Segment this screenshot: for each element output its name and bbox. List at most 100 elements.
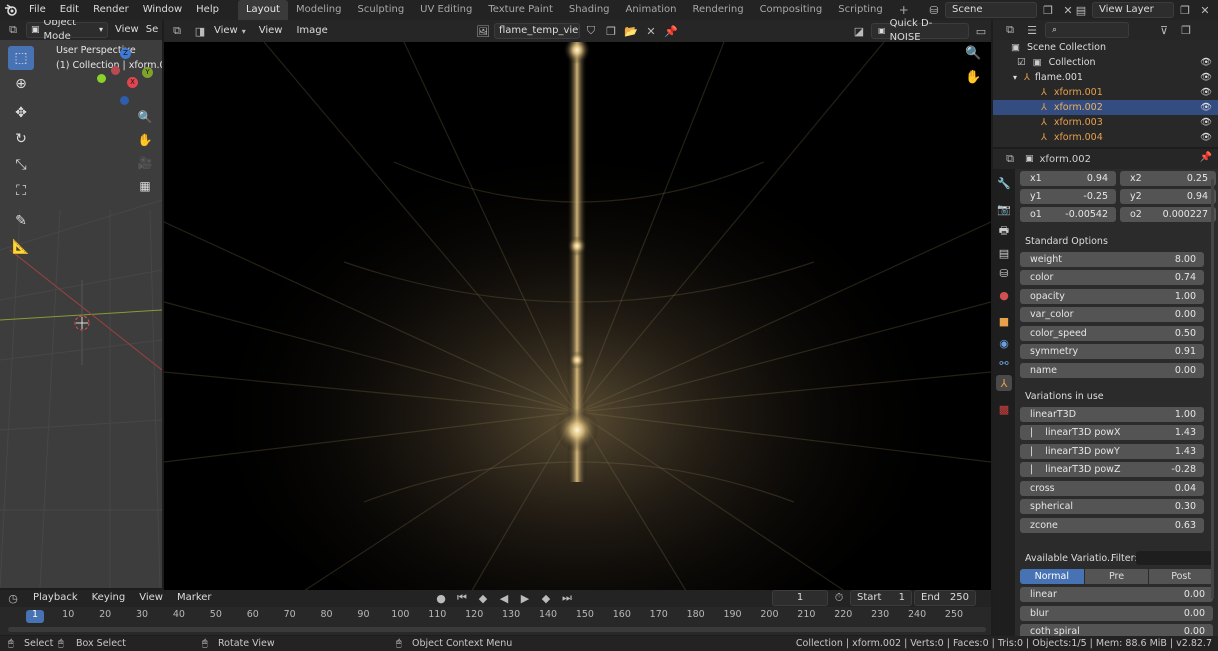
new-image-icon[interactable]: ❐ bbox=[602, 23, 620, 39]
outliner-row-xform-002[interactable]: ⅄ xform.002 👁 bbox=[993, 100, 1218, 115]
tab-sculpting[interactable]: Sculpting bbox=[349, 0, 412, 20]
name-slider[interactable]: name 0.00 bbox=[1020, 363, 1204, 378]
pan-hand-icon[interactable]: ✋ bbox=[136, 131, 154, 149]
available-variation-slider[interactable]: linear 0.00 bbox=[1020, 587, 1213, 602]
variation-slider[interactable]: linearT3D 1.00 bbox=[1020, 407, 1204, 422]
tab-texture-paint[interactable]: Texture Paint bbox=[480, 0, 561, 20]
current-frame-field[interactable]: 1 bbox=[772, 590, 828, 606]
color-slider[interactable]: color 0.74 bbox=[1020, 270, 1204, 285]
display-mode-icon[interactable]: ☰ bbox=[1023, 22, 1041, 38]
quick-denoise-button[interactable]: ▣ Quick D-NOISE bbox=[871, 18, 969, 43]
variation-slider[interactable]: | linearT3D powZ -0.28 bbox=[1020, 462, 1204, 477]
new-view-layer-icon[interactable]: ❐ bbox=[1176, 2, 1194, 18]
image-browse-icon[interactable]: 🖼 bbox=[474, 23, 492, 39]
x1-field[interactable]: x1 0.94 bbox=[1020, 171, 1116, 186]
transform-tool-icon[interactable]: ⛶ bbox=[8, 179, 34, 203]
scene-icon[interactable]: ⛁ bbox=[925, 2, 943, 18]
eye-icon[interactable]: 👁 bbox=[1200, 100, 1212, 115]
marker-menu[interactable]: Marker bbox=[170, 588, 219, 608]
object-data-tab-icon[interactable]: ⅄ bbox=[996, 375, 1012, 391]
viewport-menu-view[interactable]: View bbox=[108, 20, 146, 40]
image-zoom-icon[interactable]: 🔍 bbox=[965, 46, 981, 61]
select-box-tool-icon[interactable]: ⬚ bbox=[8, 46, 34, 70]
menu-file[interactable]: File bbox=[22, 0, 53, 20]
tool-tab-icon[interactable]: 🔧 bbox=[996, 175, 1012, 191]
menu-window[interactable]: Window bbox=[136, 0, 189, 20]
var-color-slider[interactable]: var_color 0.00 bbox=[1020, 307, 1204, 322]
properties-scrollbar[interactable] bbox=[1211, 179, 1214, 599]
timeline-editor-type-icon[interactable]: ◷ bbox=[0, 590, 26, 606]
tab-uv-editing[interactable]: UV Editing bbox=[412, 0, 480, 20]
new-collection-icon[interactable]: ❐ bbox=[1177, 22, 1195, 38]
image-menu-image[interactable]: Image bbox=[289, 21, 334, 41]
filter-input[interactable] bbox=[1136, 551, 1213, 565]
image-editor[interactable]: ⧉ ◨ View ▾ View Image 🖼 flame_temp_view_… bbox=[164, 18, 991, 604]
outliner-row-xform-004[interactable]: ⅄ xform.004 👁 bbox=[993, 130, 1218, 145]
scene-tab-icon[interactable]: ⛁ bbox=[996, 265, 1012, 281]
opacity-slider[interactable]: opacity 1.00 bbox=[1020, 289, 1204, 304]
properties-editor-type-icon[interactable]: ⧉ bbox=[1001, 151, 1019, 167]
constraints-tab-icon[interactable]: ⚯ bbox=[996, 355, 1012, 371]
gizmo-neg-y-axis[interactable] bbox=[97, 74, 106, 83]
scene-field[interactable]: Scene bbox=[945, 2, 1037, 18]
gizmo-x-axis[interactable]: X bbox=[127, 77, 138, 88]
outliner-row-xform-003[interactable]: ⅄ xform.003 👁 bbox=[993, 115, 1218, 130]
view-layer-field[interactable]: View Layer bbox=[1092, 2, 1174, 18]
pin-icon[interactable]: 📌 bbox=[1200, 152, 1212, 163]
menu-edit[interactable]: Edit bbox=[53, 0, 86, 20]
y1-field[interactable]: y1 -0.25 bbox=[1020, 189, 1116, 204]
eye-icon[interactable]: 👁 bbox=[1200, 70, 1212, 85]
viewport-menu-select[interactable]: Se bbox=[146, 20, 159, 40]
checkbox-icon[interactable]: ☑ bbox=[1017, 57, 1026, 68]
scale-tool-icon[interactable]: ⤡ bbox=[8, 153, 34, 177]
navigation-gizmo[interactable]: Z Y X bbox=[95, 46, 159, 110]
object-tab-icon[interactable]: ■ bbox=[996, 313, 1012, 329]
prev-keyframe-icon[interactable]: ◆ bbox=[474, 590, 492, 606]
editor-type-icon[interactable]: ⧉ bbox=[0, 22, 26, 38]
post-mode-button[interactable]: Post bbox=[1148, 569, 1213, 584]
variation-slider[interactable]: | linearT3D powY 1.43 bbox=[1020, 444, 1204, 459]
image-pan-hand-icon[interactable]: ✋ bbox=[965, 70, 981, 85]
new-scene-icon[interactable]: ❐ bbox=[1039, 2, 1057, 18]
cursor-tool-icon[interactable]: ⊕ bbox=[8, 72, 34, 96]
eye-icon[interactable]: 👁 bbox=[1200, 85, 1212, 100]
menu-help[interactable]: Help bbox=[189, 0, 226, 20]
world-tab-icon[interactable]: ● bbox=[996, 287, 1012, 303]
stopwatch-icon[interactable]: ⏱ bbox=[830, 590, 848, 606]
outliner-row-xform-001[interactable]: ⅄ xform.001 👁 bbox=[993, 85, 1218, 100]
filter-icon[interactable]: ⊽ bbox=[1155, 22, 1173, 38]
variation-slider[interactable]: | linearT3D powX 1.43 bbox=[1020, 425, 1204, 440]
pin-icon[interactable]: 📌 bbox=[662, 23, 680, 39]
outliner-editor-type-icon[interactable]: ⧉ bbox=[1001, 22, 1019, 38]
outliner-search-input[interactable]: ⌕ bbox=[1045, 22, 1129, 38]
jump-start-icon[interactable]: ⏮ bbox=[453, 590, 471, 606]
tab-animation[interactable]: Animation bbox=[618, 0, 685, 20]
annotate-tool-icon[interactable]: ✎ bbox=[8, 209, 34, 233]
gizmo-neg-x-axis[interactable] bbox=[111, 66, 120, 75]
o1-field[interactable]: o1 -0.00542 bbox=[1020, 207, 1116, 222]
y2-field[interactable]: y2 0.94 bbox=[1120, 189, 1216, 204]
gizmo-z-axis[interactable]: Z bbox=[120, 48, 131, 59]
eye-icon[interactable]: 👁 bbox=[1200, 55, 1212, 70]
view-layer-tab-icon[interactable]: ▤ bbox=[996, 245, 1012, 261]
camera-view-icon[interactable]: 🎥 bbox=[136, 154, 154, 172]
delete-view-layer-icon[interactable]: ✕ bbox=[1196, 2, 1214, 18]
play-reverse-icon[interactable]: ◀ bbox=[495, 590, 513, 606]
image-menu-view[interactable]: View bbox=[252, 21, 290, 41]
image-name-field[interactable]: flame_temp_view_i... bbox=[494, 23, 580, 39]
jump-end-icon[interactable]: ⏭ bbox=[558, 590, 576, 606]
record-icon[interactable]: ● bbox=[432, 590, 450, 606]
gizmo-neg-z-axis[interactable] bbox=[120, 96, 129, 105]
zoom-icon[interactable]: 🔍 bbox=[136, 108, 154, 126]
start-frame-field[interactable]: Start 1 bbox=[850, 590, 912, 606]
texture-tab-icon[interactable]: ▩ bbox=[996, 401, 1012, 417]
mode-dropdown[interactable]: ▣ Object Mode ▾ bbox=[26, 20, 108, 42]
o2-field[interactable]: o2 0.000227 bbox=[1120, 207, 1216, 222]
keying-menu[interactable]: Keying bbox=[85, 588, 133, 608]
tab-rendering[interactable]: Rendering bbox=[684, 0, 751, 20]
open-image-folder-icon[interactable]: 📂 bbox=[622, 23, 640, 39]
physics-tab-icon[interactable]: ◉ bbox=[996, 335, 1012, 351]
display-channels-icon[interactable]: ◪ bbox=[850, 23, 868, 39]
render-tab-icon[interactable]: 📷 bbox=[996, 201, 1012, 217]
variation-slider[interactable]: spherical 0.30 bbox=[1020, 499, 1204, 514]
